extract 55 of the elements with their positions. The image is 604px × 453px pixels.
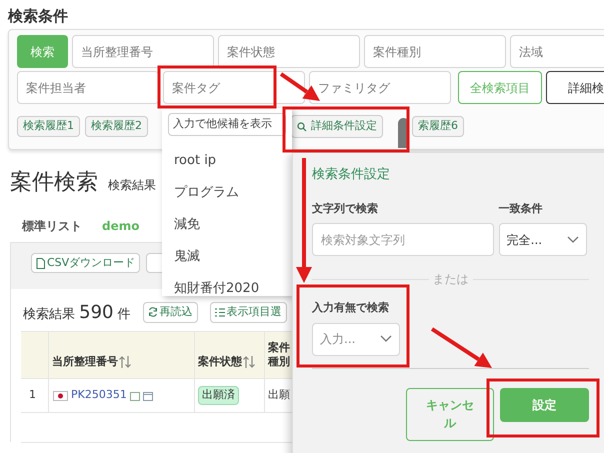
detail-condition-button[interactable]: 詳細条件設定	[291, 115, 383, 138]
page-title: 案件検索	[10, 172, 98, 194]
field-label: 入力有無で検索	[312, 300, 389, 316]
section-title: 検索条件	[8, 7, 68, 25]
reload-button[interactable]: 再読込	[142, 302, 198, 322]
search-field[interactable]: 案件タグ	[163, 71, 305, 104]
list-icon	[214, 308, 225, 316]
result-count: 検索結果 590 件	[23, 300, 131, 324]
columns-button[interactable]: 表示項目選	[210, 302, 287, 322]
tag-option[interactable]: 鬼滅	[174, 247, 292, 279]
apply-button[interactable]: 設定	[500, 388, 589, 422]
presence-select[interactable]: 入力...	[312, 322, 400, 356]
list-tab[interactable]: 標準リスト	[22, 216, 82, 236]
search-field[interactable]: 案件状態	[218, 35, 360, 68]
detail-search-button[interactable]: 詳細検	[546, 71, 604, 104]
tag-input[interactable]: 入力で他候補を表示	[168, 113, 286, 136]
search-field[interactable]: 案件種別	[364, 35, 506, 68]
search-button[interactable]: 検索	[17, 35, 68, 68]
field-label: 文字列で検索	[312, 200, 378, 216]
table-cell-text: 出願	[268, 387, 290, 404]
field-label: 一致条件	[498, 200, 543, 216]
or-divider-label: または	[432, 271, 468, 288]
history-button[interactable]: 索履歴6	[412, 116, 464, 137]
match-select[interactable]: 完全...	[498, 223, 587, 256]
annotation-arrow	[280, 72, 320, 101]
tag-option[interactable]: 減免	[174, 215, 292, 247]
table-cell-text: 1	[29, 387, 36, 404]
chevron-down-icon	[567, 236, 579, 244]
refresh-icon	[148, 307, 158, 317]
history-button[interactable]: 検索履歴1	[17, 116, 80, 137]
case-number-link[interactable]: PK250351	[71, 387, 127, 404]
search-field[interactable]: ファミリタグ	[309, 71, 451, 104]
search-field[interactable]: 法域	[510, 35, 604, 68]
list-tab[interactable]: demo	[102, 216, 140, 236]
tag-option[interactable]: 知財番付2020	[174, 279, 292, 296]
column-header[interactable]: 当所整理番号	[52, 340, 132, 370]
window-icons[interactable]	[130, 390, 154, 400]
flag-icon	[53, 390, 68, 400]
search-field[interactable]: 当所整理番号	[72, 35, 214, 68]
column-header[interactable]: 案件状態	[198, 340, 256, 370]
popover-title: 検索条件設定	[312, 166, 390, 184]
all-fields-button[interactable]: 全検索項目	[458, 71, 542, 104]
file-icon	[36, 258, 45, 268]
search-field[interactable]: 案件担当者	[17, 71, 159, 104]
tag-option[interactable]: root ip	[174, 151, 292, 183]
chevron-down-icon	[380, 335, 392, 343]
tag-option[interactable]: プログラム	[174, 183, 292, 215]
history-button[interactable]: 検索履歴2	[85, 116, 148, 137]
column-header[interactable]: 案件種別	[268, 341, 292, 369]
status-badge: 出願済	[198, 386, 239, 405]
annotation-arrow	[430, 327, 492, 368]
search-icon	[297, 122, 307, 132]
page-subtitle: 検索結果	[108, 177, 156, 194]
csv-download-button[interactable]: CSVダウンロード	[31, 253, 140, 273]
text-search-field[interactable]: 検索対象文字列	[312, 223, 494, 256]
